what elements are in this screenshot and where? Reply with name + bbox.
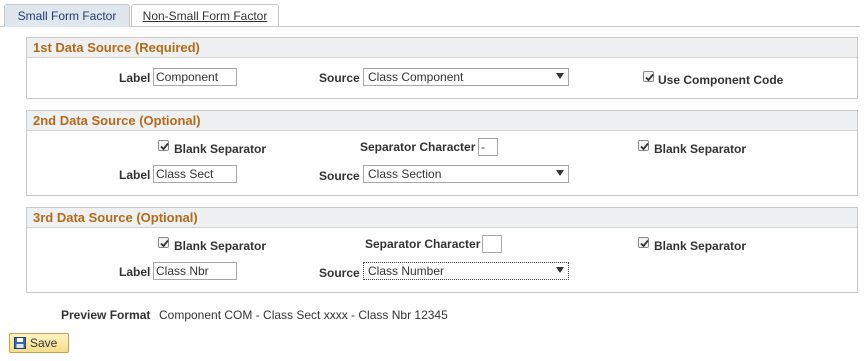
- checkmark-icon: [640, 142, 649, 151]
- tab-small-form-factor[interactable]: Small Form Factor: [4, 4, 130, 27]
- label-field-label: Label: [119, 168, 151, 182]
- chevron-down-icon: [556, 73, 564, 79]
- separator-character-input-2[interactable]: [478, 138, 498, 156]
- label-field-label: Label: [119, 265, 151, 279]
- blank-separator-label: Blank Separator: [654, 239, 747, 253]
- chevron-down-icon: [556, 170, 564, 176]
- source-select-value: Class Number: [368, 264, 445, 278]
- tab-bar: Small Form Factor Non-Small Form Factor: [0, 0, 864, 27]
- group-header: 2nd Data Source (Optional): [27, 111, 857, 131]
- save-button[interactable]: Save: [9, 333, 69, 353]
- source-field-label: Source: [319, 266, 360, 280]
- separator-character-input-3[interactable]: [482, 235, 502, 253]
- floppy-disk-icon: [14, 337, 26, 349]
- source-field-label: Source: [319, 71, 360, 85]
- separator-character-label: Separator Character: [365, 237, 481, 251]
- chevron-down-icon: [556, 267, 564, 273]
- blank-separator-checkbox-2b[interactable]: [638, 140, 649, 151]
- group-header: 1st Data Source (Required): [27, 38, 857, 58]
- source-select-2[interactable]: Class Section: [363, 165, 569, 183]
- source-select-1[interactable]: Class Component: [363, 68, 569, 86]
- group-header: 3rd Data Source (Optional): [27, 208, 857, 228]
- checkmark-icon: [160, 239, 169, 248]
- blank-separator-label: Blank Separator: [174, 239, 267, 253]
- source-field-label: Source: [319, 169, 360, 183]
- checkmark-icon: [645, 73, 654, 82]
- tab-non-small-form-factor[interactable]: Non-Small Form Factor: [131, 4, 279, 26]
- preview-format-value: Component COM - Class Sect xxxx - Class …: [159, 308, 448, 322]
- blank-separator-checkbox-3a[interactable]: [158, 237, 169, 248]
- use-component-code-checkbox[interactable]: [643, 71, 654, 82]
- source-select-value: Class Component: [368, 70, 464, 84]
- blank-separator-label: Blank Separator: [174, 142, 267, 156]
- save-button-label: Save: [30, 336, 58, 350]
- label-input-2[interactable]: [153, 165, 237, 183]
- separator-character-label: Separator Character: [360, 140, 476, 154]
- preview-format-label: Preview Format: [61, 308, 151, 322]
- blank-separator-checkbox-2a[interactable]: [158, 140, 169, 151]
- source-select-value: Class Section: [368, 167, 442, 181]
- blank-separator-checkbox-3b[interactable]: [638, 237, 649, 248]
- blank-separator-label: Blank Separator: [654, 142, 747, 156]
- use-component-code-label: Use Component Code: [658, 73, 784, 87]
- checkmark-icon: [640, 239, 649, 248]
- tab-non-small-label: Non-Small Form Factor: [142, 9, 268, 23]
- source-select-3[interactable]: Class Number: [363, 262, 569, 280]
- checkmark-icon: [160, 142, 169, 151]
- label-input-1[interactable]: [153, 68, 237, 86]
- label-field-label: Label: [119, 71, 151, 85]
- label-input-3[interactable]: [153, 262, 237, 280]
